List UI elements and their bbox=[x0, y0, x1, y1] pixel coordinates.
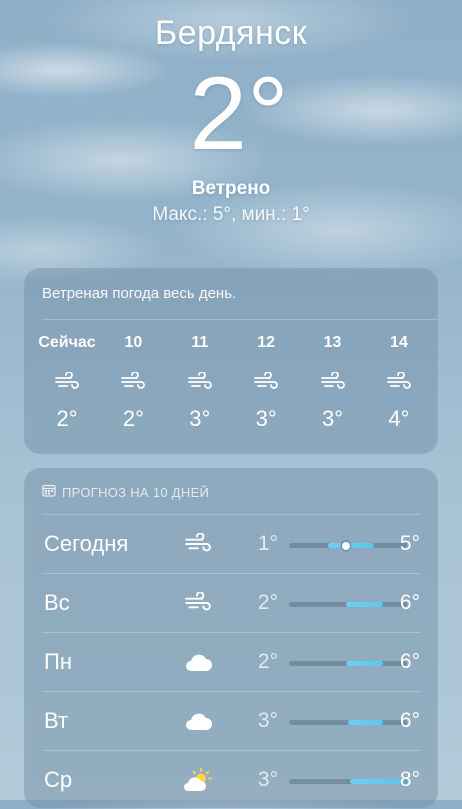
hour-label: Сейчас bbox=[38, 334, 96, 351]
hour-temp: 3° bbox=[322, 406, 344, 431]
hourly-summary: Ветреная погода весь день. bbox=[42, 285, 237, 302]
city-name: Бердянск bbox=[154, 14, 308, 52]
forecast-row-wednesday[interactable]: Ср 3° 8° bbox=[42, 750, 420, 809]
forecast-low: 3° bbox=[257, 768, 278, 791]
forecast-high: 5° bbox=[399, 532, 420, 555]
divider bbox=[42, 573, 420, 574]
cloud-icon bbox=[180, 645, 216, 679]
forecast-low: 1° bbox=[257, 532, 278, 555]
forecast-row-tuesday[interactable]: Вт 3° 6° bbox=[42, 691, 420, 750]
ten-day-forecast-card[interactable]: ПРОГНОЗ НА 10 ДНЕЙ Сегодня 1° 5° Вс 2° 6… bbox=[24, 468, 438, 808]
hour-label: 10 bbox=[124, 334, 143, 351]
forecast-high: 8° bbox=[399, 768, 420, 791]
forecast-day: Пн bbox=[44, 649, 72, 674]
temperature-range-fill bbox=[327, 543, 374, 548]
hour-item-14: 14 4° bbox=[368, 334, 430, 432]
hourly-list[interactable]: Сейчас 2° 10 2° 11 3° 12 3° 13 3° 14 4° bbox=[36, 334, 430, 432]
hour-temp: 2° bbox=[122, 406, 144, 431]
forecast-title: ПРОГНОЗ НА 10 ДНЕЙ bbox=[62, 484, 210, 500]
wind-icon bbox=[120, 362, 146, 402]
current-temperature-dot bbox=[341, 541, 350, 550]
wind-icon bbox=[180, 527, 216, 561]
calendar-icon bbox=[42, 484, 56, 500]
forecast-day: Сегодня bbox=[44, 531, 129, 556]
wind-icon bbox=[320, 362, 346, 402]
forecast-high: 6° bbox=[399, 709, 420, 732]
hour-item-11: 11 3° bbox=[169, 334, 231, 432]
forecast-day: Вт bbox=[44, 708, 69, 733]
wind-icon bbox=[180, 586, 216, 620]
hour-label: 13 bbox=[323, 334, 342, 351]
forecast-row-monday[interactable]: Пн 2° 6° bbox=[42, 632, 420, 691]
forecast-high: 6° bbox=[399, 591, 420, 614]
current-temperature: 2° bbox=[0, 54, 462, 174]
forecast-low: 2° bbox=[257, 650, 278, 673]
partly-sunny-icon bbox=[180, 763, 216, 797]
high-low-temperature: Макс.: 5°, мин.: 1° bbox=[152, 204, 310, 225]
forecast-row-today[interactable]: Сегодня 1° 5° bbox=[42, 514, 420, 573]
wind-icon bbox=[253, 362, 279, 402]
forecast-low: 3° bbox=[257, 709, 278, 732]
divider bbox=[42, 750, 420, 751]
hourly-forecast-card[interactable]: Ветреная погода весь день. Сейчас 2° 10 … bbox=[24, 268, 438, 454]
current-condition: Ветрено bbox=[191, 178, 271, 199]
wind-icon bbox=[386, 362, 412, 402]
hour-label: 14 bbox=[390, 334, 408, 351]
hour-item-10: 10 2° bbox=[102, 334, 164, 432]
forecast-header: ПРОГНОЗ НА 10 ДНЕЙ bbox=[42, 484, 209, 500]
forecast-row-sunday[interactable]: Вс 2° 6° bbox=[42, 573, 420, 632]
hour-label: 11 bbox=[191, 334, 209, 351]
wind-icon bbox=[187, 362, 213, 402]
forecast-day: Вс bbox=[44, 590, 70, 615]
divider bbox=[42, 691, 420, 692]
hour-temp: 2° bbox=[56, 406, 78, 431]
divider bbox=[42, 319, 438, 320]
hour-label: 12 bbox=[257, 334, 276, 351]
hour-temp: 4° bbox=[388, 406, 410, 431]
divider bbox=[42, 514, 420, 515]
cloud-icon bbox=[180, 704, 216, 738]
divider bbox=[42, 632, 420, 633]
hour-item-12: 12 3° bbox=[235, 334, 297, 432]
hour-temp: 3° bbox=[189, 406, 211, 431]
forecast-high: 6° bbox=[399, 650, 420, 673]
forecast-low: 2° bbox=[257, 591, 278, 614]
wind-icon bbox=[54, 362, 80, 402]
current-temperature-value: 2° bbox=[189, 56, 289, 172]
hour-item-now: Сейчас 2° bbox=[36, 334, 98, 432]
forecast-day: Ср bbox=[44, 767, 73, 792]
hour-item-13: 13 3° bbox=[302, 334, 364, 432]
hour-temp: 3° bbox=[255, 406, 277, 431]
